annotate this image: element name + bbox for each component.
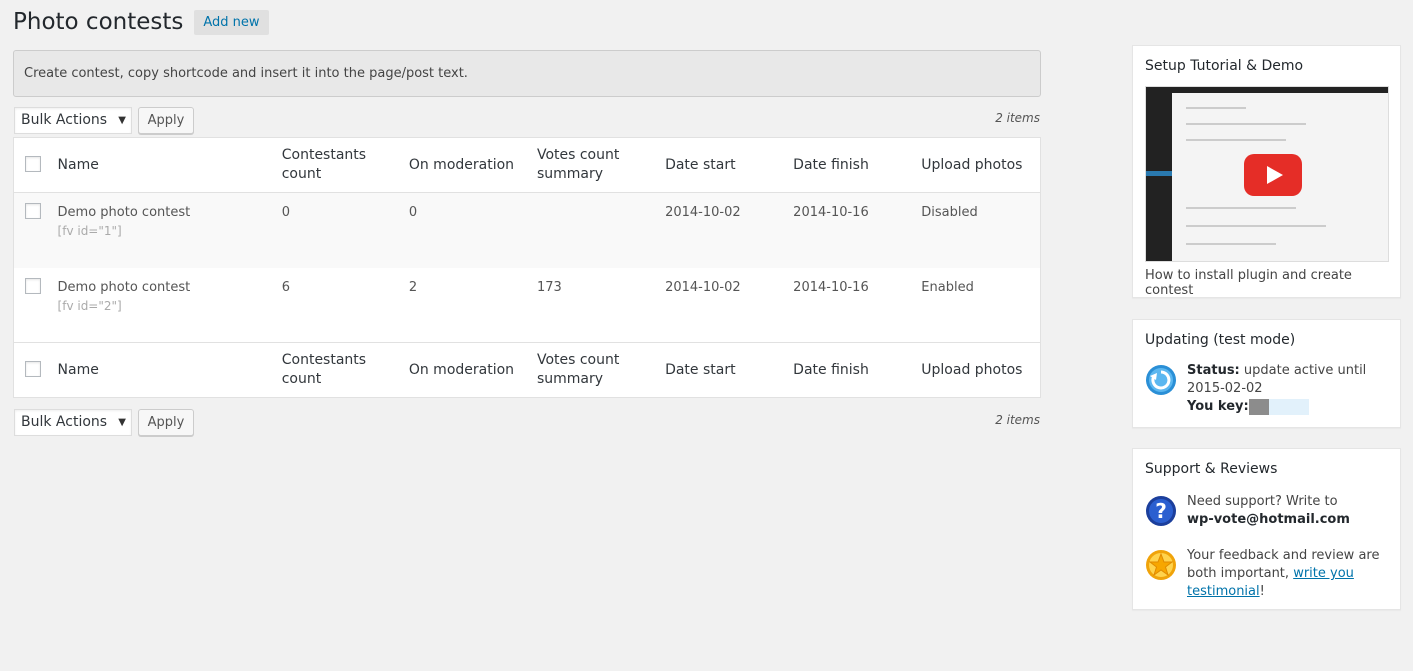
add-new-button[interactable]: Add new [194, 9, 269, 35]
row-checkbox[interactable] [25, 203, 41, 219]
bulk-actions-select[interactable]: Bulk Actions ▼ [14, 409, 132, 436]
review-suffix: ! [1259, 584, 1265, 599]
select-all-checkbox[interactable] [25, 155, 41, 172]
select-all-cell [13, 137, 48, 193]
column-header-date-start: Date start [655, 137, 784, 193]
contest-name-link[interactable]: Demo photo contest [58, 278, 262, 297]
column-footer-name[interactable]: Name [47, 342, 272, 398]
tutorial-box: Setup Tutorial & Demo How to install plu… [1132, 45, 1401, 298]
apply-button[interactable]: Apply [138, 409, 194, 436]
cell-date-start: 2014-10-02 [665, 279, 741, 295]
video-admin-sidebar [1146, 93, 1172, 261]
contests-table: Name Contestants count On moderation Vot… [13, 137, 1041, 398]
key-redacted [1248, 398, 1269, 415]
items-count: 2 items [995, 413, 1040, 427]
table-footer-row: Name Contestants count On moderation Vot… [13, 342, 1041, 398]
video-menu-highlight [1146, 171, 1172, 176]
cell-name: Demo photo contest [fv id="1"] [48, 193, 272, 268]
contest-shortcode: [fv id="2"] [57, 298, 122, 313]
title-row: Photo contests Add new [13, 7, 269, 37]
chevron-down-icon: ▼ [118, 115, 126, 126]
cell-votes: 173 [536, 279, 562, 295]
star-icon [1146, 550, 1176, 580]
row-checkbox-cell [14, 268, 48, 343]
column-footer-votes: Votes count summary [526, 342, 656, 398]
row-checkbox-cell [14, 193, 48, 268]
cell-moderation: 0 [408, 205, 418, 220]
video-line [1186, 139, 1286, 141]
cell-date-finish: 2014-10-16 [793, 205, 869, 220]
key-field [1268, 398, 1309, 415]
page-title: Photo contests [13, 9, 184, 35]
column-footer-contestants: Contestants count [271, 342, 399, 398]
table-header-row: Name Contestants count On moderation Vot… [13, 137, 1041, 193]
cell-date-start: 2014-10-02 [665, 205, 741, 220]
support-title: Support & Reviews [1145, 461, 1278, 477]
column-header-votes: Votes count summary [526, 137, 656, 193]
cell-votes [527, 193, 655, 268]
support-text: Need support? Write to [1187, 494, 1338, 509]
video-play-icon[interactable] [1244, 154, 1302, 196]
select-all-cell [13, 342, 48, 398]
key-label: You key: [1187, 399, 1249, 414]
cell-date-finish: 2014-10-16 [793, 279, 869, 295]
tutorial-caption: How to install plugin and create contest [1145, 268, 1352, 298]
svg-text:?: ? [1155, 499, 1167, 523]
table-row: Demo photo contest [fv id="1"] 0 0 2014-… [13, 192, 1041, 268]
column-footer-date-start: Date start [655, 342, 784, 398]
updating-text: Status: update active until 2015-02-02 Y… [1187, 362, 1388, 416]
video-line [1186, 123, 1306, 125]
column-header-moderation: On moderation [398, 137, 527, 193]
cell-upload: Disabled [921, 205, 978, 220]
column-header-upload: Upload photos [911, 137, 1041, 193]
bulk-actions-label: Bulk Actions [21, 112, 108, 128]
video-admin-bar [1146, 87, 1388, 93]
select-all-checkbox[interactable] [25, 360, 41, 377]
support-email: wp-vote@hotmail.com [1187, 512, 1350, 527]
support-box: Support & Reviews ? Need support? Write … [1132, 448, 1401, 610]
video-thumbnail[interactable] [1145, 86, 1389, 262]
bulk-actions-select[interactable]: Bulk Actions ▼ [14, 107, 132, 134]
chevron-down-icon: ▼ [118, 417, 126, 428]
cell-name: Demo photo contest [fv id="2"] [48, 268, 272, 343]
support-row: ? Need support? Write to wp-vote@hotmail… [1145, 493, 1388, 529]
status-label: Status: [1187, 363, 1240, 378]
column-header-date-finish: Date finish [783, 137, 912, 193]
column-footer-moderation: On moderation [398, 342, 527, 398]
tutorial-title: Setup Tutorial & Demo [1145, 58, 1304, 74]
review-row: Your feedback and review are both import… [1145, 547, 1388, 601]
column-header-contestants: Contestants count [271, 137, 399, 193]
review-text-block: Your feedback and review are both import… [1187, 547, 1388, 601]
updating-box: Updating (test mode) Status: update acti… [1132, 319, 1401, 428]
video-line [1186, 243, 1276, 245]
cell-contestants: 0 [281, 205, 291, 220]
contest-shortcode: [fv id="1"] [57, 224, 122, 238]
cell-upload: Enabled [921, 279, 974, 295]
info-notice: Create contest, copy shortcode and inser… [13, 50, 1041, 97]
updating-status-row: Status: update active until 2015-02-02 Y… [1145, 362, 1388, 416]
row-checkbox[interactable] [25, 277, 41, 294]
apply-button[interactable]: Apply [138, 107, 194, 134]
updating-title: Updating (test mode) [1145, 332, 1296, 348]
refresh-icon [1146, 365, 1176, 395]
video-line [1186, 225, 1326, 227]
cell-contestants: 6 [281, 279, 291, 295]
cell-moderation: 2 [408, 279, 418, 295]
column-footer-date-finish: Date finish [783, 342, 912, 398]
video-line [1186, 207, 1296, 209]
tablenav-top: Bulk Actions ▼ Apply 2 items [14, 107, 1040, 135]
video-line [1186, 107, 1246, 109]
column-header-name[interactable]: Name [47, 137, 272, 193]
help-icon: ? [1146, 496, 1176, 526]
tablenav-bottom: Bulk Actions ▼ Apply 2 items [14, 409, 1040, 437]
table-row: Demo photo contest [fv id="2"] 6 2 173 2… [14, 268, 1041, 343]
items-count: 2 items [995, 111, 1040, 125]
support-text-block: Need support? Write to wp-vote@hotmail.c… [1187, 493, 1350, 529]
column-footer-upload: Upload photos [911, 342, 1041, 398]
bulk-actions-label: Bulk Actions [21, 414, 108, 430]
contest-name-link[interactable]: Demo photo contest [58, 203, 262, 222]
